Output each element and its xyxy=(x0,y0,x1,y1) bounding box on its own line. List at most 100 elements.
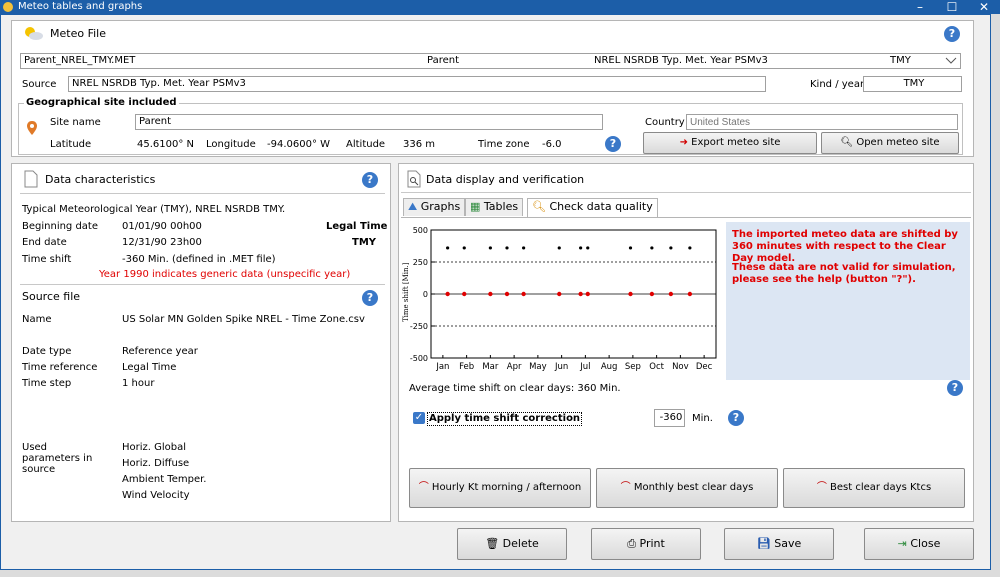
data-point xyxy=(628,246,633,250)
data-point xyxy=(650,246,654,250)
divider xyxy=(20,193,385,194)
floppy-icon: 💾︎ xyxy=(756,537,771,550)
x-tick-label: Jun xyxy=(554,362,568,372)
timezone-value: -6.0 xyxy=(542,139,562,150)
window-title: Meteo tables and graphs xyxy=(18,1,143,12)
x-tick-label: Aug xyxy=(601,362,618,372)
hourly-kt-button[interactable]: ⌒ Hourly Kt morning / afternoon xyxy=(409,468,591,508)
data-point xyxy=(578,291,583,297)
close-button[interactable]: ⇥ Close xyxy=(864,528,974,560)
data-characteristics-panel: Data characteristics ? Typical Meteorolo… xyxy=(11,163,391,522)
minimize-button[interactable]: – xyxy=(904,0,936,14)
maximize-button[interactable]: ☐ xyxy=(936,0,968,14)
geo-site-heading: Geographical site included xyxy=(24,97,179,109)
meteo-file-select[interactable]: Parent_NREL_TMY.MET Parent NREL NSRDB Ty… xyxy=(20,53,961,69)
print-button[interactable]: ⎙ Print xyxy=(591,528,701,560)
data-point xyxy=(462,246,466,250)
data-point xyxy=(504,291,510,297)
table-icon: ▦ xyxy=(470,200,481,213)
param-item: Ambient Temper. xyxy=(122,474,207,485)
data-point xyxy=(649,291,655,297)
shift-message: The imported meteo data are shifted by 3… xyxy=(732,229,958,264)
begin-date-label: Beginning date xyxy=(22,221,99,232)
data-point xyxy=(688,246,692,250)
x-tick-label: Dec xyxy=(696,362,713,372)
file-name: Parent_NREL_TMY.MET xyxy=(24,55,136,66)
generic-year-warning: Year 1990 indicates generic data (unspec… xyxy=(99,269,351,280)
source-name-label: Name xyxy=(22,314,52,325)
country-input[interactable] xyxy=(686,114,958,130)
time-reference-value: Legal Time xyxy=(122,362,177,373)
data-point xyxy=(669,246,673,250)
data-point xyxy=(488,291,493,297)
y-tick-label: 500 xyxy=(413,226,428,235)
altitude-value: 336 m xyxy=(403,139,436,150)
close-window-button[interactable]: ✕ xyxy=(968,0,1000,14)
source-file-heading: Source file xyxy=(22,290,81,303)
used-params-label: source xyxy=(22,464,56,475)
help-icon[interactable]: ? xyxy=(944,26,960,42)
sun-cloud-icon xyxy=(25,27,43,40)
curve-icon: ⌒ xyxy=(620,482,631,493)
export-meteo-site-button[interactable]: ➜ Export meteo site xyxy=(643,132,817,154)
delete-button[interactable]: 🗑︎ Delete xyxy=(457,528,567,560)
tab-check-data-quality[interactable]: 🔍︎ Check data quality xyxy=(527,198,658,217)
begin-date-value: 01/01/90 00h00 xyxy=(122,221,202,232)
y-axis-label: Time shift [Min.] xyxy=(402,262,410,322)
data-point xyxy=(628,291,633,297)
data-point xyxy=(585,291,590,297)
data-point xyxy=(579,246,583,250)
shift-unit-label: Min. xyxy=(692,413,713,424)
x-tick-label: Mar xyxy=(482,362,499,372)
y-tick-label: 0 xyxy=(423,290,428,299)
x-tick-label: Apr xyxy=(507,362,522,372)
source-field[interactable]: NREL NSRDB Typ. Met. Year PSMv3 xyxy=(68,76,766,92)
file-description: NREL NSRDB Typ. Met. Year PSMv3 xyxy=(594,55,768,66)
time-shift-label: Time shift xyxy=(22,254,72,265)
divider xyxy=(401,192,971,193)
y-tick-label: -500 xyxy=(410,354,428,363)
time-shift-value: -360 Min. (defined in .MET file) xyxy=(122,254,276,265)
app-icon xyxy=(3,2,13,12)
site-name-field[interactable]: Parent xyxy=(135,114,603,130)
x-tick-label: Feb xyxy=(459,362,474,372)
tab-tables[interactable]: ▦ Tables xyxy=(465,198,524,216)
timezone-label: Time zone xyxy=(478,139,530,150)
legal-time-text: Legal Time xyxy=(326,221,388,232)
meteo-file-heading: Meteo File xyxy=(50,27,106,40)
save-button[interactable]: 💾︎ Save xyxy=(724,528,834,560)
open-meteo-site-button[interactable]: 🔍︎ Open meteo site xyxy=(821,132,959,154)
document-search-icon xyxy=(407,170,421,188)
apply-correction-checkbox[interactable]: ✓ xyxy=(413,412,425,424)
data-display-heading: Data display and verification xyxy=(426,173,585,186)
window-titlebar: Meteo tables and graphs – ☐ ✕ xyxy=(0,0,1000,14)
chevron-down-icon xyxy=(945,57,957,64)
geo-help-icon[interactable]: ? xyxy=(605,136,621,152)
end-date-label: End date xyxy=(22,237,67,248)
shift-help-icon[interactable]: ? xyxy=(728,410,744,426)
best-clear-days-button[interactable]: ⌒ Best clear days Ktcs xyxy=(783,468,965,508)
time-reference-label: Time reference xyxy=(22,362,98,373)
data-point xyxy=(446,246,450,250)
chart-help-icon[interactable]: ? xyxy=(947,380,963,396)
x-tick-label: May xyxy=(529,362,547,372)
average-shift-text: Average time shift on clear days: 360 Mi… xyxy=(409,383,621,394)
apply-correction-label[interactable]: Apply time shift correction xyxy=(427,412,583,426)
data-description: Typical Meteorological Year (TMY), NREL … xyxy=(22,204,286,215)
x-tick-label: Jul xyxy=(579,362,590,372)
curve-icon: ⌒ xyxy=(418,482,429,493)
shift-value-input[interactable]: -360 xyxy=(654,409,685,427)
y-tick-label: -250 xyxy=(410,322,428,331)
data-point xyxy=(668,291,674,297)
monthly-clear-days-button[interactable]: ⌒ Monthly best clear days xyxy=(596,468,778,508)
param-item: Wind Velocity xyxy=(122,490,190,501)
data-char-help-icon[interactable]: ? xyxy=(362,172,378,188)
kind-year-field[interactable]: TMY xyxy=(863,76,962,92)
printer-icon: ⎙ xyxy=(627,537,636,550)
tab-graphs[interactable]: ⛰ Graphs xyxy=(403,198,466,216)
x-tick-label: Nov xyxy=(672,362,689,372)
country-label: Country xyxy=(645,117,685,128)
x-tick-label: Sep xyxy=(625,362,641,372)
time-shift-chart: 500 250 0 -250 -500 Jan Feb Mar Apr May Jun Jul Aug… xyxy=(399,222,724,377)
source-file-help-icon[interactable]: ? xyxy=(362,290,378,306)
